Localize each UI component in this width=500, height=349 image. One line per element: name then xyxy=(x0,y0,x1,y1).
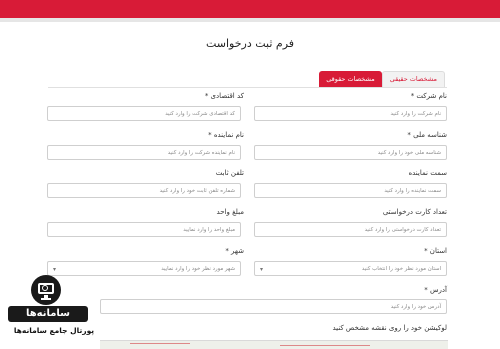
tab-individual[interactable]: مشخصات حقیقی xyxy=(381,71,445,87)
rep-name-label: نام نماینده * xyxy=(208,131,244,139)
chevron-down-icon: ▾ xyxy=(260,266,264,273)
top-accent-bar xyxy=(0,0,500,18)
top-banner xyxy=(0,0,500,22)
unit-amount-label: مبلغ واحد xyxy=(216,208,244,216)
company-name-input[interactable]: نام شرکت را وارد کنید xyxy=(254,106,447,121)
logo-subtitle: پورتال جامع سامانه‌ها xyxy=(13,326,95,335)
search-icon xyxy=(42,285,48,291)
city-select[interactable]: ▾ شهر مورد نظر خود را وارد نمایید xyxy=(47,261,241,276)
province-label: استان * xyxy=(424,247,447,255)
form-tabs: مشخصات حقیقی مشخصات حقوقی xyxy=(319,71,445,87)
tab-divider xyxy=(48,87,447,88)
rep-name-input[interactable]: نام نماینده شرکت را وارد کنید xyxy=(47,145,241,160)
national-id-input[interactable]: شناسه ملی خود را وارد کنید xyxy=(254,145,447,160)
card-count-label: تعداد کارت درخواستی xyxy=(382,208,447,216)
city-placeholder: شهر مورد نظر خود را وارد نمایید xyxy=(161,266,235,272)
landline-input[interactable]: شماره تلفن ثابت خود را وارد کنید xyxy=(47,183,241,198)
monitor-base xyxy=(41,298,51,300)
card-count-input[interactable]: تعداد کارت درخواستی را وارد کنید xyxy=(254,222,447,237)
province-placeholder: استان مورد نظر خود را انتخاب کنید xyxy=(361,266,441,272)
form-title: فرم ثبت درخواست xyxy=(205,37,295,50)
unit-amount-input[interactable]: مبلغ واحد را وارد نمایید xyxy=(47,222,241,237)
address-label: آدرس * xyxy=(424,286,447,294)
province-select[interactable]: ▾ استان مورد نظر خود را انتخاب کنید xyxy=(254,261,447,276)
map-road xyxy=(280,345,370,346)
chevron-down-icon: ▾ xyxy=(53,266,57,273)
rep-position-label: سمت نماینده xyxy=(408,169,447,177)
location-label: لوکیشن خود را روی نقشه مشخص کنید xyxy=(332,324,447,332)
top-banner-shadow xyxy=(0,18,500,22)
samaneha-logo-icon xyxy=(31,275,61,305)
company-name-label: نام شرکت * xyxy=(410,92,447,100)
map-road xyxy=(130,343,190,344)
economic-code-input[interactable]: کد اقتصادی شرکت را وارد کنید xyxy=(47,106,241,121)
logo-name: سامانه‌ها xyxy=(8,306,88,322)
address-input[interactable]: آدرس خود را وارد کنید xyxy=(100,299,447,314)
national-id-label: شناسه ملی * xyxy=(407,131,447,139)
landline-label: تلفن ثابت xyxy=(215,169,244,177)
economic-code-label: کد اقتصادی * xyxy=(204,92,244,100)
rep-position-input[interactable]: سمت نماینده را وارد کنید xyxy=(254,183,447,198)
tab-legal[interactable]: مشخصات حقوقی xyxy=(319,71,382,87)
city-label: شهر * xyxy=(225,247,244,255)
